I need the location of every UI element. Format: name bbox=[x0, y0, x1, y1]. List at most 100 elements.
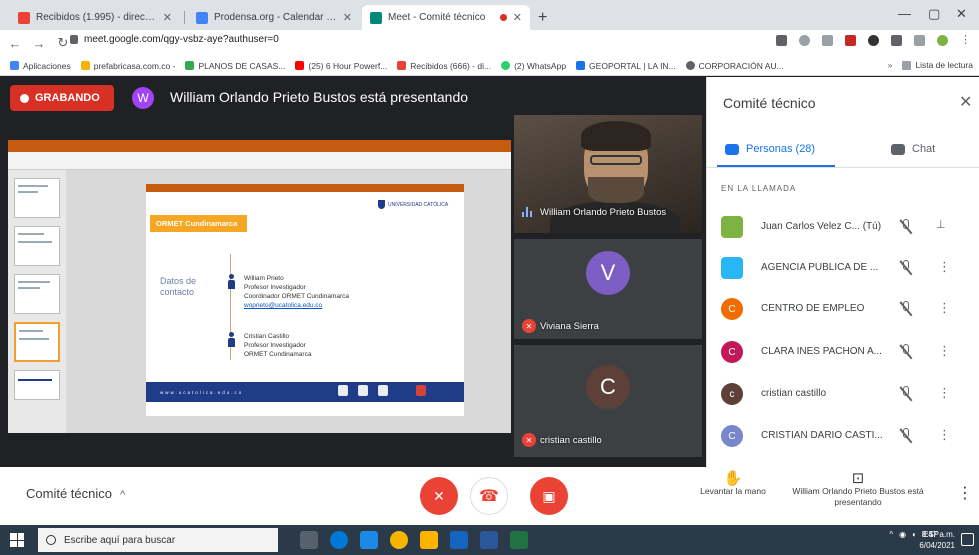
close-window-button[interactable]: ✕ bbox=[956, 6, 967, 22]
new-tab-button[interactable]: + bbox=[538, 9, 547, 27]
word-icon[interactable] bbox=[480, 531, 498, 549]
search-icon bbox=[46, 535, 56, 545]
leave-call-button[interactable]: ☎ bbox=[470, 477, 508, 515]
tab-search-icon[interactable] bbox=[914, 35, 925, 46]
zoom-icon[interactable] bbox=[799, 35, 810, 46]
network-icon[interactable]: ◉ bbox=[899, 530, 906, 539]
participant-row[interactable]: c cristian castillo ⋮ bbox=[707, 377, 979, 411]
mic-off-icon bbox=[899, 428, 913, 444]
more-options-icon[interactable]: ⋮ bbox=[938, 427, 951, 443]
camera-toggle-button[interactable]: ▣ bbox=[530, 477, 568, 515]
chevron-up-icon[interactable]: ^ bbox=[889, 530, 893, 539]
slide-thumbnail-selected bbox=[14, 322, 60, 362]
volume-icon[interactable]: ◐ bbox=[912, 530, 917, 539]
more-options-icon[interactable]: ⋮ bbox=[957, 483, 973, 503]
tab-people[interactable]: Personas (28) bbox=[725, 134, 815, 164]
presenting-banner: William Orlando Prieto Bustos está prese… bbox=[170, 89, 469, 105]
tab-chat[interactable]: Chat bbox=[891, 134, 935, 164]
bookmark-item[interactable]: GEOPORTAL | LA IN... bbox=[576, 61, 676, 71]
camera-off-icon: ▣ bbox=[542, 487, 556, 504]
bookmark-item[interactable]: prefabricasa.com.co - bbox=[80, 61, 175, 71]
url-field[interactable]: meet.google.com/qgy-vsbz-aye?authuser=0 bbox=[70, 34, 279, 45]
mail-icon[interactable] bbox=[360, 531, 378, 549]
puzzle-icon[interactable] bbox=[891, 35, 902, 46]
star-icon[interactable] bbox=[822, 35, 833, 46]
section-label: EN LA LLAMADA bbox=[721, 184, 797, 193]
extension-icon[interactable] bbox=[845, 35, 856, 46]
menu-kebab-icon[interactable]: ⋮ bbox=[960, 35, 971, 46]
forward-icon[interactable]: → bbox=[30, 36, 48, 51]
windows-taskbar: Escribe aquí para buscar ^ ◉ ◐ ESP 8:47 … bbox=[0, 525, 979, 555]
present-screen-icon: ⊡ bbox=[851, 470, 865, 487]
screen: Recibidos (1.995) - direccion@sv ✕ Prode… bbox=[0, 0, 979, 555]
camera-icon[interactable] bbox=[776, 35, 787, 46]
hand-icon: ✋ bbox=[723, 470, 743, 487]
windows-start-icon[interactable] bbox=[10, 533, 24, 547]
email-link[interactable]: woprieto@ucatolica.edu.co bbox=[244, 301, 349, 310]
extension-icon[interactable] bbox=[868, 35, 879, 46]
slide-org-label: ORMET Cundinamarca bbox=[150, 215, 248, 232]
minimize-button[interactable]: — bbox=[898, 6, 911, 21]
close-tab-icon[interactable]: ✕ bbox=[163, 11, 172, 24]
bookmark-item[interactable]: CORPORACIÓN AU... bbox=[685, 61, 784, 71]
browser-tab-calendar[interactable]: Prodensa.org - Calendar - Seman ✕ bbox=[188, 5, 360, 30]
meeting-details-button[interactable]: Comité técnico ^ bbox=[26, 486, 125, 501]
back-icon[interactable]: ← bbox=[6, 36, 24, 51]
participant-row[interactable]: AGENCIA PÚBLICA DE ... ⋮ bbox=[707, 251, 979, 285]
bookmark-item[interactable]: Recibidos (666) - di... bbox=[397, 61, 491, 71]
meet-stage: GRABANDO W William Orlando Prieto Bustos… bbox=[0, 77, 706, 467]
taskbar-clock[interactable]: 8:47 a.m. 6/04/2021 bbox=[919, 529, 955, 551]
apps-icon bbox=[10, 61, 19, 70]
presenting-status-button[interactable]: ⊡ William Orlando Prieto Bustos está pre… bbox=[788, 470, 928, 508]
reading-list-icon bbox=[902, 60, 912, 70]
browser-tab-gmail[interactable]: Recibidos (1.995) - direccion@sv ✕ bbox=[10, 5, 180, 30]
slide-canvas: ORMET Cundinamarca UNIVERSIDAD CATÓLICA … bbox=[66, 170, 511, 433]
more-options-icon[interactable]: ⋮ bbox=[938, 259, 951, 275]
google-icon bbox=[185, 61, 195, 70]
profile-avatar[interactable] bbox=[937, 35, 948, 46]
participant-tile-viviana[interactable]: V ✕ Viviana Sierra bbox=[514, 239, 702, 339]
more-options-icon[interactable]: ⋮ bbox=[938, 385, 951, 401]
browser-tab-meet[interactable]: Meet - Comité técnico ✕ bbox=[362, 5, 530, 30]
app-icon[interactable] bbox=[450, 531, 468, 549]
participant-row[interactable]: C CENTRO DE EMPLEO ⋮ bbox=[707, 292, 979, 326]
slide-footer: www.ucatolica.edu.co bbox=[146, 382, 464, 402]
university-logo: UNIVERSIDAD CATÓLICA bbox=[378, 200, 448, 209]
recording-dot-icon bbox=[20, 93, 29, 103]
maximize-button[interactable]: ▢ bbox=[928, 6, 940, 22]
bookmark-item[interactable]: (25) 6 Hour Powerf... bbox=[295, 61, 387, 71]
bookmark-item[interactable]: (2) WhatsApp bbox=[501, 61, 566, 71]
close-tab-icon[interactable]: ✕ bbox=[513, 11, 522, 24]
participant-row[interactable]: Juan Carlos Velez C... (Tú) ⊥ bbox=[707, 210, 979, 244]
shared-screen[interactable]: ORMET Cundinamarca UNIVERSIDAD CATÓLICA … bbox=[8, 140, 511, 433]
close-icon[interactable]: ✕ bbox=[959, 92, 972, 112]
chat-icon bbox=[891, 143, 905, 155]
microphone-toggle-button[interactable]: ✕ bbox=[420, 477, 458, 515]
participant-row[interactable]: C CLARA INES PACHON A... ⋮ bbox=[707, 335, 979, 369]
participant-row[interactable]: C CRISTIAN DARIO CASTI... ⋮ bbox=[707, 419, 979, 453]
speaking-indicator-icon bbox=[522, 207, 534, 217]
chrome-icon[interactable] bbox=[390, 531, 408, 549]
tile-participant-name: cristian castillo bbox=[540, 435, 602, 446]
avatar: C bbox=[721, 298, 743, 320]
excel-icon[interactable] bbox=[510, 531, 528, 549]
pin-icon[interactable]: ⊥ bbox=[936, 218, 946, 231]
slide-thumbnails bbox=[8, 170, 66, 433]
taskbar-search-field[interactable]: Escribe aquí para buscar bbox=[38, 528, 278, 552]
bookmark-apps[interactable]: Aplicaciones bbox=[10, 61, 71, 71]
participant-tile-cristian[interactable]: C ✕ cristian castillo bbox=[514, 345, 702, 457]
more-bookmarks-icon[interactable]: » bbox=[888, 60, 893, 70]
participant-tile-camera[interactable]: William Orlando Prieto Bustos bbox=[514, 115, 702, 233]
notification-icon[interactable] bbox=[961, 533, 974, 546]
more-options-icon[interactable]: ⋮ bbox=[938, 300, 951, 316]
mic-off-icon bbox=[899, 219, 913, 235]
file-explorer-icon[interactable] bbox=[420, 531, 438, 549]
edge-icon[interactable] bbox=[330, 531, 348, 549]
raise-hand-button[interactable]: ✋ Levantar la mano bbox=[688, 470, 778, 497]
bookmark-item[interactable]: PLANOS DE CASAS... bbox=[185, 61, 285, 71]
more-options-icon[interactable]: ⋮ bbox=[938, 343, 951, 359]
close-tab-icon[interactable]: ✕ bbox=[343, 11, 352, 24]
reading-list-button[interactable]: » Lista de lectura bbox=[888, 60, 973, 70]
task-view-icon[interactable] bbox=[300, 531, 318, 549]
contact-person: Cristian Castillo Profesor Investigador … bbox=[228, 332, 311, 359]
